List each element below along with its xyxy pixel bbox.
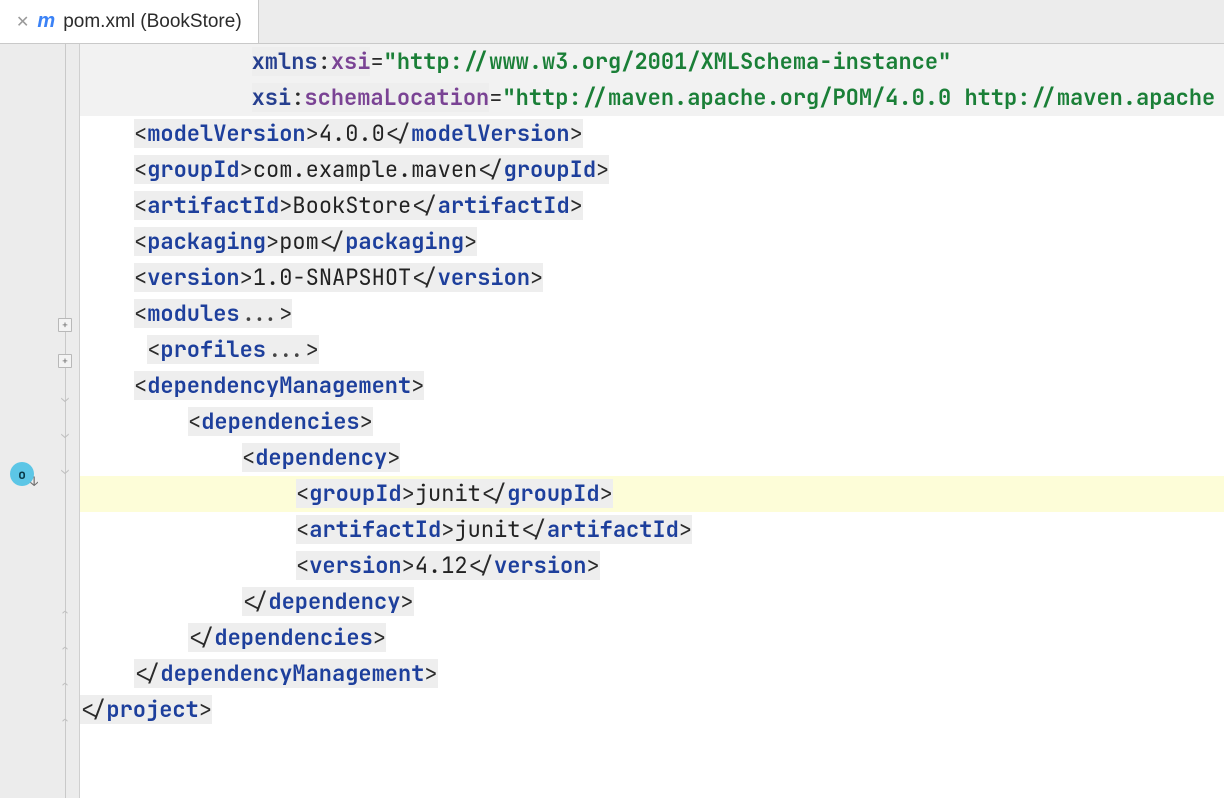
code-line: <groupId>com.example.maven</groupId>	[80, 152, 1224, 188]
code-editor[interactable]: 💡 xmlns:xsi="http://www.w3.org/2001/XMLS…	[80, 44, 1224, 798]
code-line: <packaging>pom</packaging>	[80, 224, 1224, 260]
fold-expand-icon[interactable]: +	[58, 354, 72, 368]
code-line: </project>	[80, 692, 1224, 728]
fold-region-icon[interactable]: ⌄	[58, 390, 72, 404]
code-line: <artifactId>BookStore</artifactId>	[80, 188, 1224, 224]
code-line: </dependency>	[80, 584, 1224, 620]
code-line: <dependencies>	[80, 404, 1224, 440]
download-arrow-icon: ↓	[30, 473, 38, 490]
editor-workspace: o ↓ + + ⌄ ⌄ ⌄ ⌃ ⌃ ⌃ ⌃ 💡 xmlns:xsi="http:…	[0, 44, 1224, 798]
code-line: xmlns:xsi="http://www.w3.org/2001/XMLSch…	[80, 44, 1224, 80]
close-icon[interactable]: ✕	[16, 12, 29, 32]
code-line-current: <groupId>junit</groupId>	[80, 476, 1224, 512]
file-tab[interactable]: ✕ m pom.xml (BookStore)	[0, 0, 259, 43]
fold-region-end-icon[interactable]: ⌃	[58, 642, 72, 656]
code-line: <profiles...>	[80, 332, 1224, 368]
code-line: <modules...>	[80, 296, 1224, 332]
code-line: </dependencyManagement>	[80, 656, 1224, 692]
inspection-icon: o ↓	[10, 462, 34, 486]
maven-file-icon: m	[37, 10, 55, 33]
fold-region-end-icon[interactable]: ⌃	[58, 678, 72, 692]
code-line: </dependencies>	[80, 620, 1224, 656]
inspection-action[interactable]: o ↓	[10, 462, 34, 486]
fold-region-end-icon[interactable]: ⌃	[58, 606, 72, 620]
file-tab-title: pom.xml (BookStore)	[63, 11, 241, 33]
code-line: <version>1.0-SNAPSHOT</version>	[80, 260, 1224, 296]
code-line: xsi:schemaLocation="http://maven.apache.…	[80, 80, 1224, 116]
code-line: <dependency>	[80, 440, 1224, 476]
fold-region-end-icon[interactable]: ⌃	[58, 714, 72, 728]
code-line: <modelVersion>4.0.0</modelVersion>	[80, 116, 1224, 152]
fold-region-icon[interactable]: ⌄	[58, 462, 72, 476]
fold-expand-icon[interactable]: +	[58, 318, 72, 332]
code-line: <version>4.12</version>	[80, 548, 1224, 584]
code-line: <dependencyManagement>	[80, 368, 1224, 404]
code-line: <artifactId>junit</artifactId>	[80, 512, 1224, 548]
fold-gutter: + + ⌄ ⌄ ⌄ ⌃ ⌃ ⌃ ⌃	[52, 44, 80, 798]
left-gutter: o ↓	[0, 44, 52, 798]
fold-region-icon[interactable]: ⌄	[58, 426, 72, 440]
tab-bar: ✕ m pom.xml (BookStore)	[0, 0, 1224, 44]
